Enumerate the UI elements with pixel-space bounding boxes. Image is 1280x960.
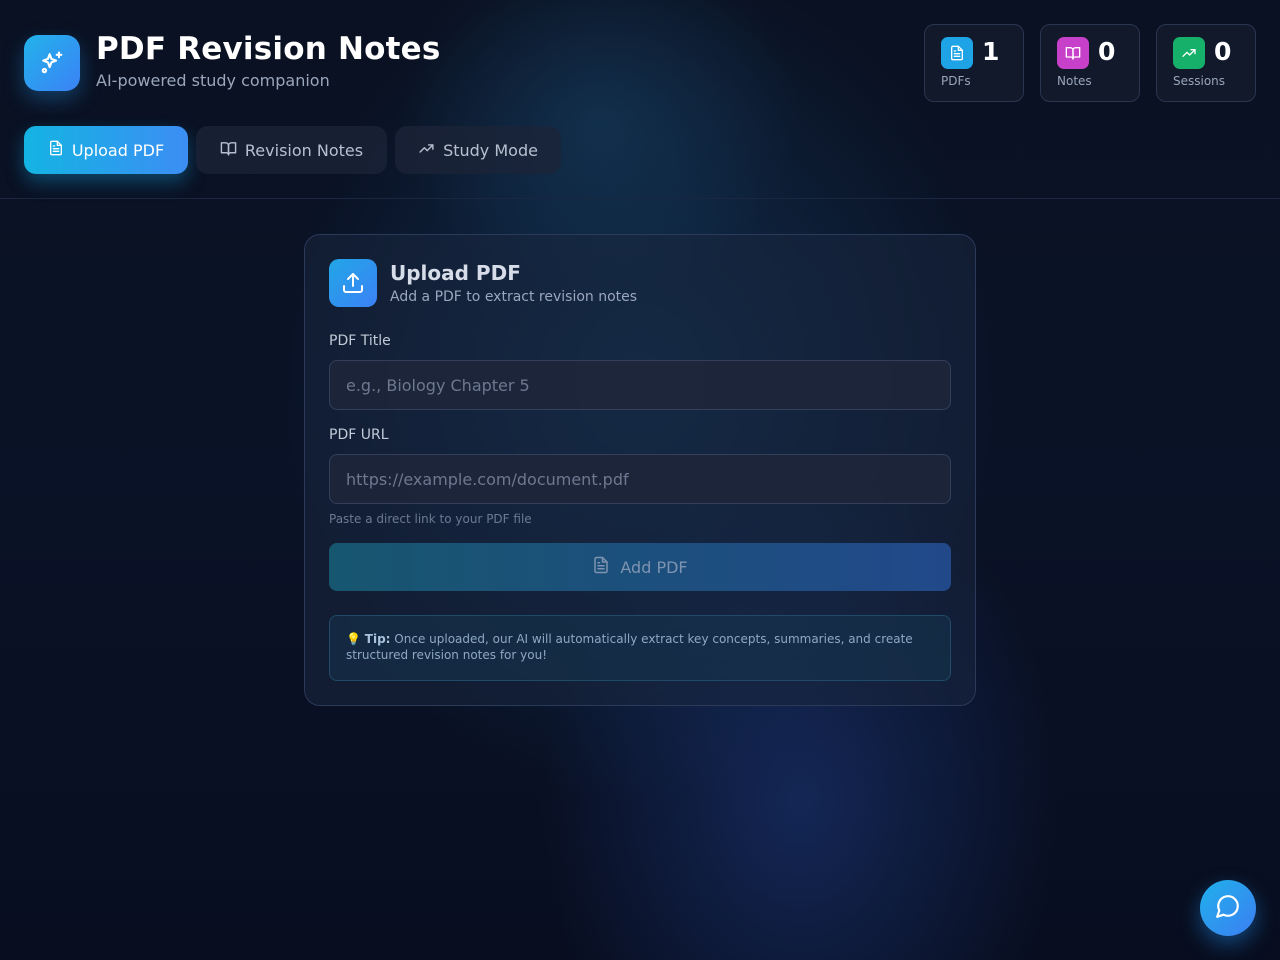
tip-box: 💡 Tip: Once uploaded, our AI will automa…: [329, 615, 951, 681]
message-circle-icon: [1215, 893, 1241, 923]
stat-pdfs: 1 PDFs: [924, 24, 1024, 102]
tab-upload-pdf[interactable]: Upload PDF: [24, 126, 188, 174]
tab-revision-notes[interactable]: Revision Notes: [196, 126, 387, 174]
app-subtitle: AI-powered study companion: [96, 71, 330, 90]
add-pdf-button[interactable]: Add PDF: [329, 543, 951, 591]
tab-label: Revision Notes: [244, 140, 364, 160]
upload-icon: [329, 259, 377, 307]
stat-value: 0: [1214, 37, 1232, 66]
card-title: Upload PDF: [390, 261, 521, 285]
book-icon: [220, 140, 237, 161]
stat-notes: 0 Notes: [1040, 24, 1140, 102]
lightbulb-icon: 💡: [346, 632, 361, 646]
book-icon: [1057, 37, 1089, 69]
chat-button[interactable]: [1200, 880, 1256, 936]
card-subtitle: Add a PDF to extract revision notes: [390, 289, 638, 305]
tip-text: Once uploaded, our AI will automatically…: [346, 632, 913, 662]
stat-label: Notes: [1057, 74, 1092, 88]
stat-sessions: 0 Sessions: [1156, 24, 1256, 102]
pdf-title-input[interactable]: [329, 360, 951, 410]
pdf-title-label: PDF Title: [329, 333, 391, 349]
stat-label: Sessions: [1173, 74, 1226, 88]
file-icon: [48, 140, 64, 160]
file-icon: [941, 37, 973, 69]
tab-label: Upload PDF: [71, 140, 165, 160]
stat-value: 1: [982, 37, 1000, 66]
trending-up-icon: [418, 140, 435, 161]
tab-label: Study Mode: [443, 140, 538, 160]
pdf-url-label: PDF URL: [329, 427, 389, 443]
app-title: PDF Revision Notes: [96, 31, 441, 67]
file-icon: [592, 556, 610, 578]
pdf-url-input[interactable]: [329, 454, 951, 504]
trending-up-icon: [1173, 37, 1205, 69]
upload-card: Upload PDF Add a PDF to extract revision…: [304, 234, 976, 706]
app-header: PDF Revision Notes AI-powered study comp…: [0, 0, 1280, 199]
pdf-url-hint: Paste a direct link to your PDF file: [329, 512, 532, 526]
stat-label: PDFs: [941, 74, 971, 88]
tip-heading: Tip:: [364, 632, 391, 646]
add-pdf-label: Add PDF: [620, 557, 688, 577]
tab-study-mode[interactable]: Study Mode: [395, 126, 561, 174]
stat-value: 0: [1098, 37, 1116, 66]
sparkles-icon: [24, 35, 80, 91]
